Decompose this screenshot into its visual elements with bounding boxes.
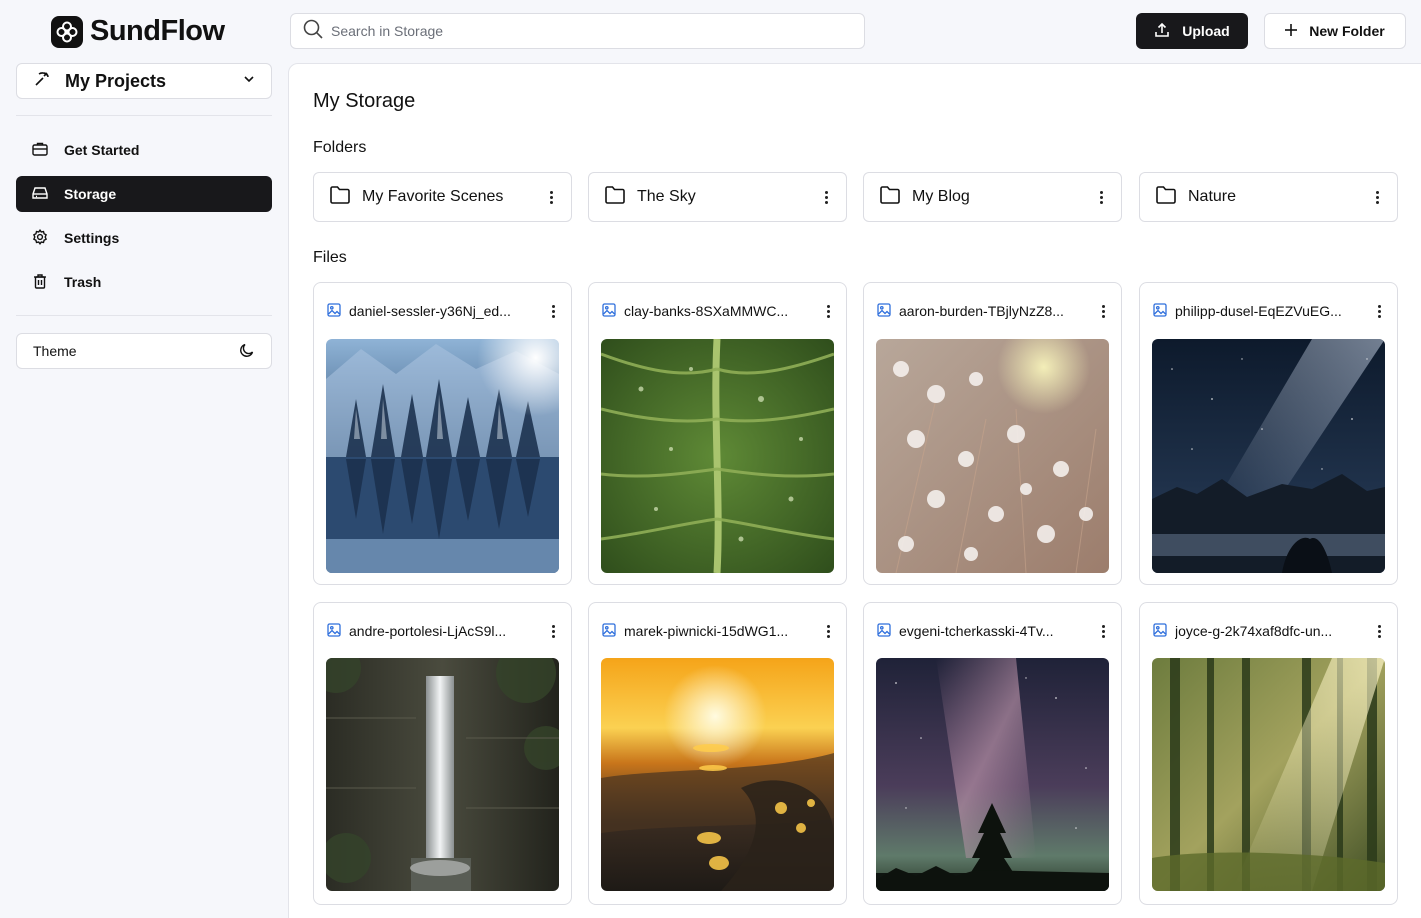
search-input[interactable] (331, 23, 864, 39)
file-card[interactable]: marek-piwnicki-15dWG1... (588, 602, 847, 905)
search-icon (303, 19, 323, 44)
file-card[interactable]: evgeni-tcherkasski-4Tv... (863, 602, 1122, 905)
more-vertical-icon[interactable] (1373, 304, 1385, 318)
more-vertical-icon[interactable] (1373, 624, 1385, 638)
new-folder-button[interactable]: New Folder (1264, 13, 1406, 49)
image-file-icon (602, 302, 616, 320)
file-thumbnail[interactable] (1152, 339, 1385, 573)
file-card[interactable]: daniel-sessler-y36Nj_ed... (313, 282, 572, 585)
file-card[interactable]: aaron-burden-TBjlyNzZ8... (863, 282, 1122, 585)
new-folder-label: New Folder (1309, 23, 1385, 39)
sidebar-item-label: Get Started (64, 142, 140, 158)
sidebar-divider (16, 115, 272, 116)
project-label: My Projects (65, 70, 167, 91)
more-vertical-icon[interactable] (822, 304, 834, 318)
image-file-icon (1153, 302, 1167, 320)
folders-heading: Folders (313, 139, 367, 156)
more-vertical-icon[interactable] (1371, 190, 1383, 204)
theme-label: Theme (33, 343, 77, 359)
app-logo[interactable]: SundFlow (51, 15, 225, 48)
chevron-down-icon (243, 72, 255, 90)
sidebar-item-label: Settings (64, 230, 120, 246)
folder-icon (605, 185, 625, 209)
folder-card[interactable]: My Blog (863, 172, 1122, 222)
folder-card[interactable]: My Favorite Scenes (313, 172, 572, 222)
files-heading: Files (313, 249, 347, 266)
sidebar-item-get-started[interactable]: Get Started (16, 132, 272, 168)
image-file-icon (602, 622, 616, 640)
sidebar-item-settings[interactable]: Settings (16, 220, 272, 256)
folder-name: My Blog (912, 188, 970, 205)
file-thumbnail[interactable] (1152, 658, 1385, 891)
image-file-icon (877, 622, 891, 640)
folder-icon (1156, 185, 1176, 209)
file-thumbnail[interactable] (601, 339, 834, 573)
more-vertical-icon[interactable] (1097, 304, 1109, 318)
upload-button[interactable]: Upload (1136, 13, 1248, 49)
folder-name: Nature (1188, 188, 1237, 205)
folder-name: My Favorite Scenes (362, 188, 504, 205)
project-switcher[interactable]: My Projects (16, 63, 272, 99)
search-bar[interactable] (290, 13, 865, 49)
more-vertical-icon[interactable] (820, 190, 832, 204)
file-name: andre-portolesi-LjAcS9l... (349, 623, 507, 639)
sidebar-item-trash[interactable]: Trash (16, 264, 272, 300)
file-name: philipp-dusel-EqEZVuEG... (1175, 303, 1342, 319)
image-file-icon (877, 302, 891, 320)
upload-label: Upload (1182, 23, 1230, 39)
more-vertical-icon[interactable] (1097, 624, 1109, 638)
folder-icon (330, 185, 350, 209)
more-vertical-icon[interactable] (822, 624, 834, 638)
file-thumbnail[interactable] (326, 658, 559, 891)
file-card[interactable]: andre-portolesi-LjAcS9l... (313, 602, 572, 905)
more-vertical-icon[interactable] (547, 304, 559, 318)
file-name: clay-banks-8SXaMMWC... (624, 303, 789, 319)
more-vertical-icon[interactable] (545, 190, 557, 204)
file-name: joyce-g-2k74xaf8dfc-un... (1175, 623, 1333, 639)
file-name: daniel-sessler-y36Nj_ed... (349, 303, 511, 319)
upload-icon (1154, 22, 1170, 41)
hard-drive-icon (32, 185, 48, 204)
image-file-icon (327, 302, 341, 320)
folder-name: The Sky (637, 188, 696, 205)
sidebar-item-storage[interactable]: Storage (16, 176, 272, 212)
file-card[interactable]: joyce-g-2k74xaf8dfc-un... (1139, 602, 1398, 905)
sidebar-item-label: Storage (64, 186, 117, 202)
file-thumbnail[interactable] (601, 658, 834, 891)
image-file-icon (1153, 622, 1167, 640)
trash-icon (32, 273, 48, 292)
file-card[interactable]: philipp-dusel-EqEZVuEG... (1139, 282, 1398, 585)
file-name: evgeni-tcherkasski-4Tv... (899, 623, 1054, 639)
folder-icon (880, 185, 900, 209)
more-vertical-icon[interactable] (547, 624, 559, 638)
app-name: SundFlow (90, 15, 225, 47)
file-name: aaron-burden-TBjlyNzZ8... (899, 303, 1064, 319)
file-thumbnail[interactable] (326, 339, 559, 573)
file-thumbnail[interactable] (876, 339, 1109, 573)
more-vertical-icon[interactable] (1095, 190, 1107, 204)
image-file-icon (327, 622, 341, 640)
plus-icon (1285, 23, 1298, 39)
folder-card[interactable]: The Sky (588, 172, 847, 222)
moon-icon (239, 342, 255, 361)
flower-logo-icon (51, 15, 83, 48)
theme-toggle[interactable]: Theme (16, 333, 272, 369)
gear-icon (32, 228, 48, 248)
file-card[interactable]: clay-banks-8SXaMMWC... (588, 282, 847, 585)
sidebar-divider (16, 315, 272, 316)
sidebar-item-label: Trash (64, 274, 102, 290)
briefcase-icon (32, 141, 48, 160)
file-name: marek-piwnicki-15dWG1... (624, 623, 789, 639)
folder-card[interactable]: Nature (1139, 172, 1398, 222)
pickaxe-icon (33, 70, 51, 93)
page-title: My Storage (313, 90, 416, 112)
file-thumbnail[interactable] (876, 658, 1109, 891)
